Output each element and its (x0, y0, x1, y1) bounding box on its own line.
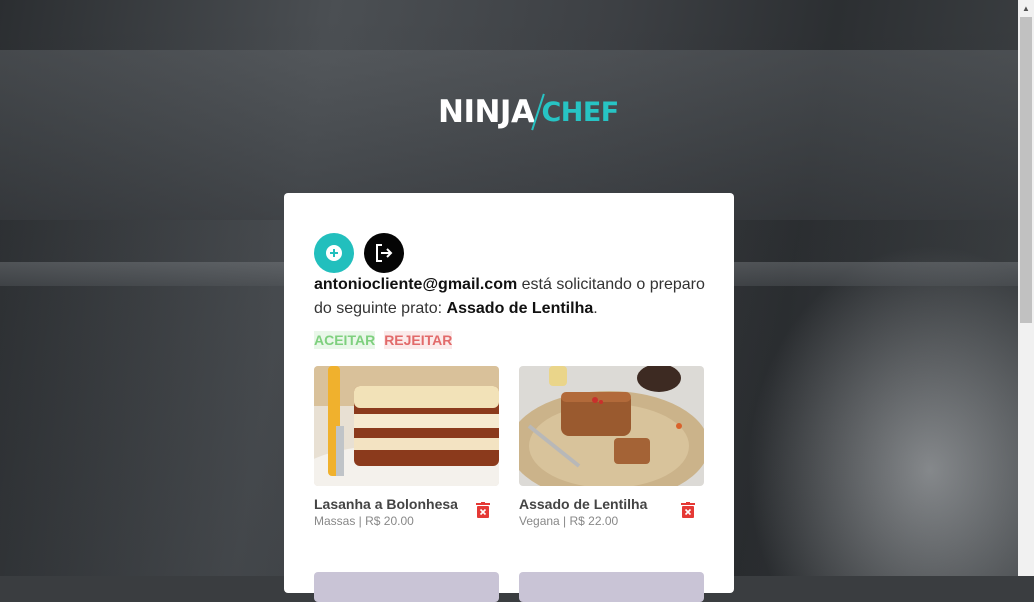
request-text-end: . (593, 300, 598, 317)
dish-photo-lentil-roast (519, 366, 704, 486)
dish-category-price: Vegana | R$ 22.00 (519, 514, 619, 528)
add-dish-button[interactable] (314, 233, 354, 273)
scroll-up-arrow-icon[interactable]: ▲ (1018, 0, 1034, 16)
dish-photo-lasagna (314, 366, 499, 486)
dish-card[interactable]: Lasanha a Bolonhesa Massas | R$ 20.00 (314, 366, 499, 528)
page-scrollbar[interactable]: ▲ (1018, 0, 1034, 576)
dish-category-price: Massas | R$ 20.00 (314, 514, 414, 528)
logout-icon (376, 244, 393, 262)
dish-photo (519, 572, 704, 602)
trash-icon[interactable] (476, 502, 490, 518)
plus-circle-icon (326, 245, 342, 261)
order-request-message: antoniocliente@gmail.com está solicitand… (314, 273, 714, 321)
scrollbar-thumb[interactable] (1020, 17, 1032, 323)
dish-name: Assado de Lentilha (519, 496, 648, 512)
main-card: antoniocliente@gmail.com está solicitand… (284, 193, 734, 602)
customer-email: antoniocliente@gmail.com (314, 276, 518, 293)
reject-button[interactable]: REJEITAR (384, 331, 453, 349)
dish-photo (314, 572, 499, 602)
dish-name: Lasanha a Bolonhesa (314, 496, 458, 512)
trash-icon[interactable] (681, 502, 695, 518)
ninjachef-logo: NINJA CHEF (438, 90, 619, 134)
dish-card-partial[interactable] (314, 572, 499, 602)
requested-dish-name: Assado de Lentilha (446, 300, 594, 317)
logo-text-ninja: NINJA (438, 94, 535, 130)
request-actions: ACEITAR REJEITAR (314, 331, 453, 349)
logout-button[interactable] (364, 233, 404, 273)
accept-button[interactable]: ACEITAR (314, 331, 376, 349)
dish-card[interactable]: Assado de Lentilha Vegana | R$ 22.00 (519, 366, 704, 528)
dish-card-partial[interactable] (519, 572, 704, 602)
logo-text-chef: CHEF (541, 96, 619, 128)
